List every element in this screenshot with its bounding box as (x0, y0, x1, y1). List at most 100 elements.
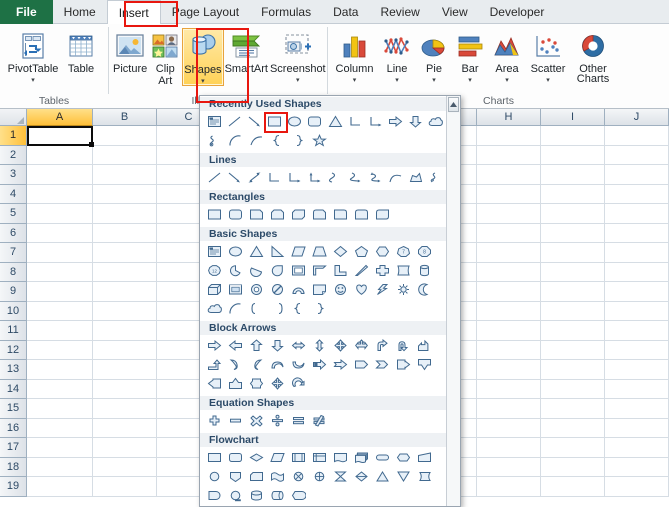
row-header-7[interactable]: 7 (0, 243, 27, 263)
flowchart-connector-shape-icon[interactable] (204, 467, 225, 486)
cell-H1[interactable] (477, 126, 541, 146)
notched-right-arrow-shape-icon[interactable] (330, 355, 351, 374)
left-arrow-shape-icon[interactable] (225, 336, 246, 355)
row-header-6[interactable]: 6 (0, 223, 27, 243)
cross-shape-icon[interactable] (372, 261, 393, 280)
cell-H12[interactable] (477, 340, 541, 360)
left-right-arrow-callout-shape-icon[interactable] (246, 374, 267, 393)
flowchart-direct-access-shape-icon[interactable] (267, 486, 288, 505)
cell-B18[interactable] (93, 457, 157, 477)
left-arrow-callout-shape-icon[interactable] (204, 374, 225, 393)
tab-developer[interactable]: Developer (479, 0, 556, 24)
column-header-i[interactable]: I (541, 109, 605, 126)
cell-B1[interactable] (93, 126, 157, 146)
cube-shape-icon[interactable] (204, 280, 225, 299)
curved-arrow-connector-shape-icon[interactable] (345, 168, 365, 187)
chevron-shape-icon[interactable] (372, 355, 393, 374)
cell-A6[interactable] (27, 223, 93, 243)
pie-shape-icon[interactable] (225, 261, 246, 280)
cell-J11[interactable] (605, 321, 669, 341)
cloud-shape-icon[interactable] (204, 299, 225, 318)
flowchart-manual-input-shape-icon[interactable] (414, 448, 435, 467)
cell-H11[interactable] (477, 321, 541, 341)
cell-I7[interactable] (541, 243, 605, 263)
cell-J12[interactable] (605, 340, 669, 360)
right-arrow-shape-icon[interactable] (204, 336, 225, 355)
rounded-rectangle-shape-icon[interactable] (305, 112, 325, 131)
cell-J10[interactable] (605, 301, 669, 321)
elbow-connector-shape-icon[interactable] (265, 168, 285, 187)
row-header-19[interactable]: 19 (0, 477, 27, 497)
text-box-shape-icon[interactable] (204, 242, 225, 261)
row-header-1[interactable]: 1 (0, 126, 27, 146)
cell-A14[interactable] (27, 379, 93, 399)
row-header-15[interactable]: 15 (0, 399, 27, 419)
line-arrow-shape-icon[interactable] (224, 168, 244, 187)
cell-B14[interactable] (93, 379, 157, 399)
cell-J13[interactable] (605, 360, 669, 380)
row-header-4[interactable]: 4 (0, 184, 27, 204)
right-brace-shape-icon[interactable] (309, 299, 330, 318)
equal-sign-shape-icon[interactable] (288, 411, 309, 430)
cell-H16[interactable] (477, 418, 541, 438)
cell-A9[interactable] (27, 282, 93, 302)
scroll-up-icon[interactable] (448, 97, 459, 112)
cell-A18[interactable] (27, 457, 93, 477)
cell-H5[interactable] (477, 204, 541, 224)
cell-I15[interactable] (541, 399, 605, 419)
curve-shape-icon[interactable] (386, 168, 406, 187)
donut-shape-icon[interactable] (246, 280, 267, 299)
cell-H2[interactable] (477, 145, 541, 165)
cell-H15[interactable] (477, 399, 541, 419)
left-brace-shape-icon[interactable] (288, 299, 309, 318)
tab-page-layout[interactable]: Page Layout (161, 0, 250, 24)
cell-H13[interactable] (477, 360, 541, 380)
line-double-arrow-shape-icon[interactable] (244, 168, 264, 187)
curved-down-arrow-shape-icon[interactable] (288, 355, 309, 374)
flowchart-display-shape-icon[interactable] (288, 486, 309, 505)
quad-arrow-shape-icon[interactable] (267, 374, 288, 393)
l-shape-shape-icon[interactable] (330, 261, 351, 280)
circular-arrow-shape-icon[interactable] (288, 374, 309, 393)
octagon-shape-icon[interactable]: 8 (414, 242, 435, 261)
flowchart-magnetic-disk-shape-icon[interactable] (246, 486, 267, 505)
select-all-corner-button[interactable] (0, 109, 27, 126)
can-shape-icon[interactable] (414, 261, 435, 280)
column-chart-caret-icon[interactable]: ▾ (353, 77, 357, 84)
flowchart-preparation-shape-icon[interactable] (393, 448, 414, 467)
row-header-16[interactable]: 16 (0, 418, 27, 438)
cell-B16[interactable] (93, 418, 157, 438)
bevel-shape-icon[interactable] (225, 280, 246, 299)
teardrop-shape-icon[interactable] (267, 261, 288, 280)
rectangle-shape-icon[interactable] (204, 205, 225, 224)
scatter-chart-button[interactable]: Scatter ▾ (526, 28, 570, 84)
cell-I6[interactable] (541, 223, 605, 243)
lightning-bolt-shape-icon[interactable] (372, 280, 393, 299)
row-header-9[interactable]: 9 (0, 282, 27, 302)
column-header-h[interactable]: H (477, 109, 541, 126)
star-5-point-shape-icon[interactable] (309, 131, 330, 150)
flowchart-off-page-connector-shape-icon[interactable] (225, 467, 246, 486)
cell-I10[interactable] (541, 301, 605, 321)
left-brace-shape-icon[interactable] (267, 131, 288, 150)
down-arrow-shape-icon[interactable] (406, 112, 426, 131)
pie-chart-button[interactable]: Pie ▾ (416, 28, 452, 84)
cell-J16[interactable] (605, 418, 669, 438)
cell-B7[interactable] (93, 243, 157, 263)
snip-and-round-single-corner-rectangle-shape-icon[interactable] (309, 205, 330, 224)
flowchart-process-shape-icon[interactable] (204, 448, 225, 467)
flowchart-data-shape-icon[interactable] (267, 448, 288, 467)
cell-A3[interactable] (27, 165, 93, 185)
cell-A7[interactable] (27, 243, 93, 263)
snip-diagonal-corner-rectangle-shape-icon[interactable] (288, 205, 309, 224)
tab-data[interactable]: Data (322, 0, 369, 24)
up-down-arrow-shape-icon[interactable] (309, 336, 330, 355)
curved-connector-shape-icon[interactable] (325, 168, 345, 187)
cell-B11[interactable] (93, 321, 157, 341)
cell-A8[interactable] (27, 262, 93, 282)
four-way-arrow-shape-icon[interactable] (330, 336, 351, 355)
cell-A19[interactable] (27, 477, 93, 497)
cell-I16[interactable] (541, 418, 605, 438)
row-header-12[interactable]: 12 (0, 340, 27, 360)
cell-H3[interactable] (477, 165, 541, 185)
